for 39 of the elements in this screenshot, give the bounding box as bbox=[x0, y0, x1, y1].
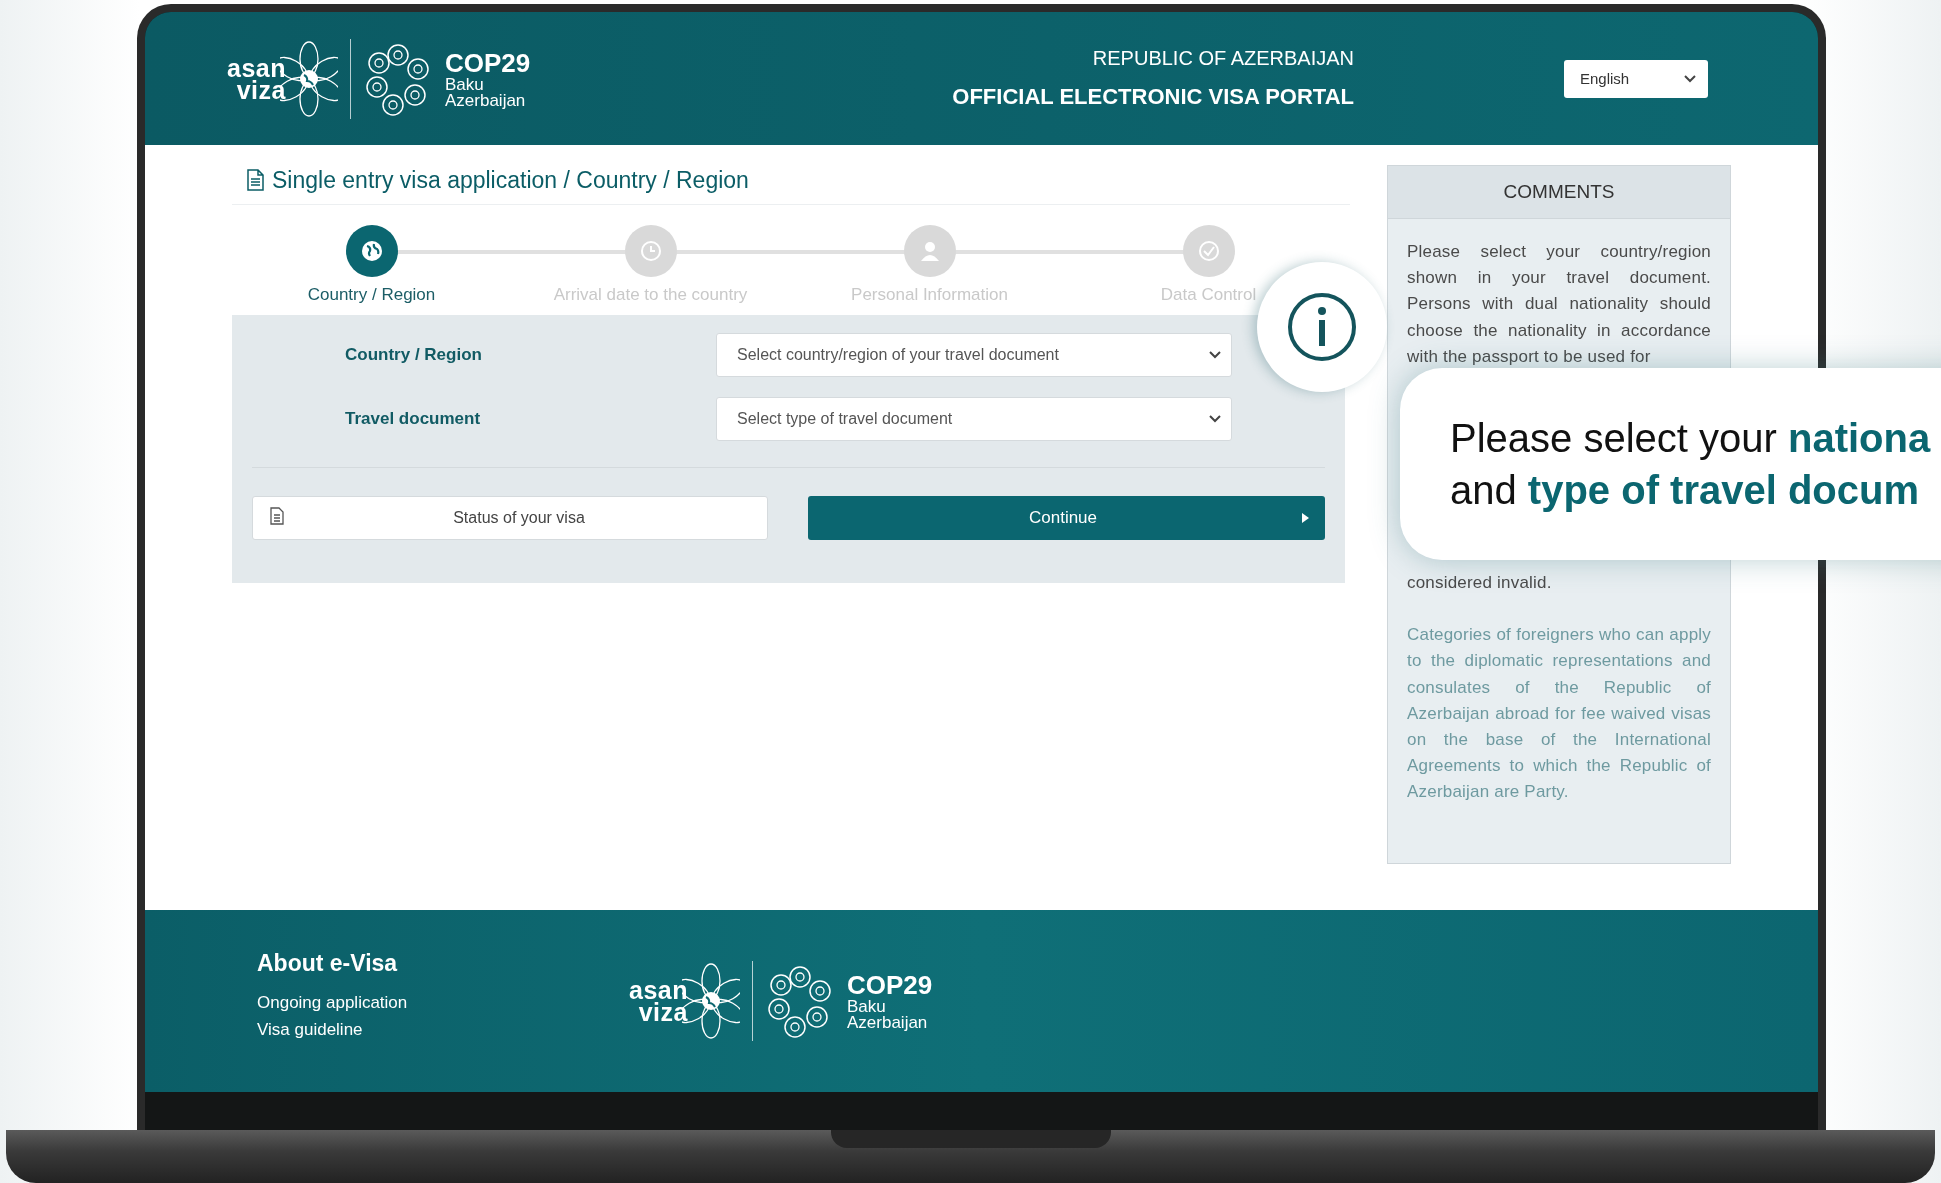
country-name: Azerbaijan bbox=[847, 1015, 929, 1031]
step-indicator[interactable] bbox=[345, 225, 398, 277]
language-select[interactable]: English bbox=[1564, 59, 1708, 98]
chevron-icon bbox=[1209, 351, 1221, 359]
brand-text: asan bbox=[227, 56, 286, 79]
field-label: Travel document bbox=[344, 409, 482, 429]
check-circle-icon bbox=[1196, 239, 1221, 263]
document-icon bbox=[246, 169, 264, 191]
brand-text: viza bbox=[638, 1001, 688, 1023]
event-name: COP29 bbox=[847, 971, 933, 999]
comments-title: COMMENTS bbox=[1388, 166, 1730, 219]
brand-text: viza bbox=[236, 78, 286, 101]
country-name: Azerbaijan bbox=[445, 92, 527, 109]
callout-text: Please select your nationa bbox=[1450, 415, 1932, 462]
comment-text: considered invalid. bbox=[1407, 572, 1553, 594]
portal-subtitle: REPUBLIC OF AZERBAIJAN bbox=[1092, 47, 1354, 70]
footer-heading: About e-Visa bbox=[257, 949, 399, 977]
footer-link[interactable]: Ongoing application bbox=[257, 988, 629, 1016]
info-icon bbox=[1286, 291, 1358, 363]
callout-text: and type of travel docum bbox=[1450, 467, 1921, 514]
clock-icon bbox=[638, 239, 663, 263]
comment-text: Categories of foreigners who can apply to the diplomatic representations and consulates of the Republic of Azerbaijan abroad for fee waived visas on the base of the International Agreements to which the Republic of Azerbaijan are Party. bbox=[1407, 624, 1711, 804]
comment-text: Please select your country/region shown in your travel document. Persons with dual nationality should choose the nationality in accordance with the passport to be used for bbox=[1407, 241, 1711, 368]
continue-button[interactable]: Continue bbox=[808, 496, 1325, 540]
select-field[interactable]: Select country/region of your travel document bbox=[716, 333, 1232, 377]
caret-icon bbox=[1302, 513, 1309, 523]
chevron-icon bbox=[1684, 74, 1696, 83]
breadcrumb: Single entry visa application / Country / Region bbox=[272, 166, 749, 194]
select-field[interactable]: Select type of travel document bbox=[716, 397, 1232, 441]
city-name: Baku bbox=[445, 76, 485, 93]
portal-title: OFFICIAL ELECTRONIC VISA PORTAL bbox=[952, 84, 1354, 110]
brand-text: asan bbox=[629, 979, 688, 1001]
chevron-icon bbox=[1209, 415, 1221, 423]
event-name: COP29 bbox=[445, 48, 531, 77]
field-label: Country / Region bbox=[344, 345, 483, 365]
city-name: Baku bbox=[847, 999, 887, 1015]
step-label: Country / Region bbox=[307, 285, 436, 305]
footer-link[interactable]: Visa guideline bbox=[257, 1015, 629, 1043]
status-button[interactable]: Status of your visa bbox=[252, 496, 768, 540]
